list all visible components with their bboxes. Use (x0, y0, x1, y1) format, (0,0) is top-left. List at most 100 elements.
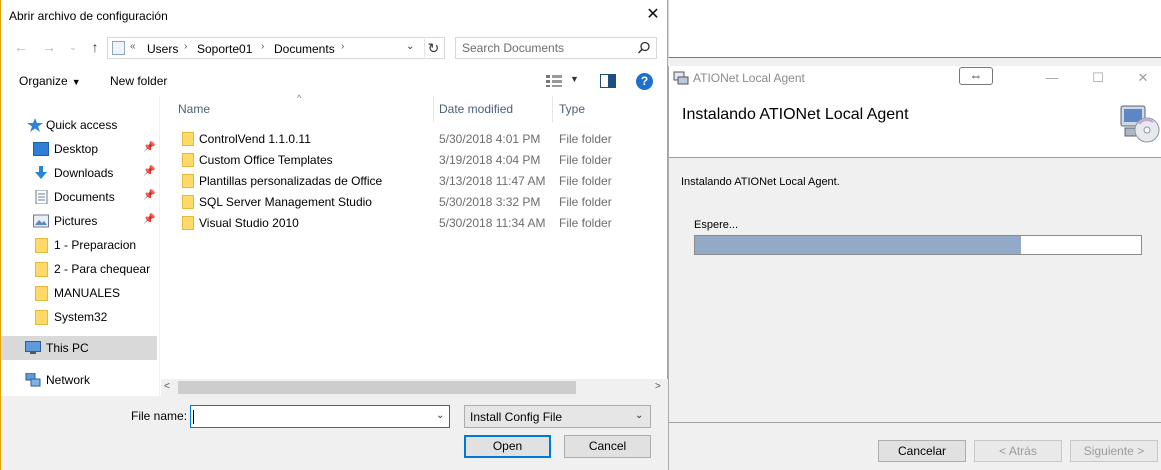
forward-arrow-icon[interactable]: → (41, 39, 57, 55)
folder-icon (35, 238, 48, 253)
installer-close-button[interactable]: ✕ (1131, 69, 1155, 87)
scroll-left-icon[interactable]: < (164, 381, 170, 392)
file-date: 5/30/2018 3:32 PM (439, 195, 541, 209)
text-cursor (193, 410, 194, 424)
installer-cancel-button[interactable]: Cancelar (878, 440, 966, 462)
pin-icon[interactable]: 📌 (143, 142, 155, 153)
file-type: File folder (559, 195, 612, 209)
nav-this-pc-label: This PC (46, 341, 89, 355)
cancel-button[interactable]: Cancel (564, 435, 651, 458)
file-name-input[interactable] (195, 409, 425, 423)
breadcrumb-overflow[interactable]: « (130, 41, 136, 52)
view-dropdown-icon[interactable]: ▼ (570, 74, 579, 84)
nav-pictures[interactable]: Pictures 📌 (1, 209, 157, 233)
nav-pictures-label: Pictures (54, 214, 98, 228)
help-icon[interactable]: ? (636, 73, 653, 90)
folder-icon (182, 174, 194, 188)
address-dropdown-icon[interactable]: ⌄ (406, 41, 420, 52)
file-type-select[interactable]: Install Config File ⌄ (464, 405, 651, 428)
file-date: 5/30/2018 4:01 PM (439, 132, 541, 146)
wait-label: Espere... (694, 219, 739, 231)
chevron-down-icon[interactable]: ⌄ (436, 410, 444, 421)
file-row[interactable]: ControlVend 1.1.0.11 5/30/2018 4:01 PM F… (161, 128, 668, 149)
breadcrumb-documents[interactable]: Documents (274, 42, 335, 56)
file-row[interactable]: Plantillas personalizadas de Office 3/13… (161, 170, 668, 191)
nav-desktop[interactable]: Desktop 📌 (1, 137, 157, 161)
pin-icon[interactable]: 📌 (143, 214, 155, 225)
install-progress-bar (694, 235, 1142, 255)
nav-this-pc[interactable]: This PC (1, 336, 157, 360)
new-folder-button[interactable]: New folder (110, 74, 167, 88)
nav-quick-access[interactable]: Quick access (1, 113, 157, 137)
organize-menu[interactable]: Organize ▼ (19, 74, 81, 88)
minimize-button[interactable]: — (1040, 69, 1064, 87)
caret-down-icon: ▼ (71, 77, 81, 87)
maximize-button[interactable]: ☐ (1086, 69, 1110, 87)
search-box[interactable] (455, 37, 657, 59)
nav-downloads[interactable]: Downloads 📌 (1, 161, 157, 185)
dialog-close-button[interactable]: ✕ (639, 3, 667, 27)
nav-folder-preparacion[interactable]: 1 - Preparacion (1, 233, 157, 257)
scroll-right-icon[interactable]: > (655, 381, 661, 392)
nav-desktop-label: Desktop (54, 142, 99, 156)
breadcrumb-separator-icon[interactable]: › (184, 41, 187, 52)
back-arrow-icon[interactable]: ← (13, 39, 29, 55)
resize-arrows-icon[interactable]: ⇔ (959, 67, 993, 85)
scrollbar-thumb[interactable] (178, 381, 576, 394)
column-header-type[interactable]: Type (553, 96, 663, 122)
refresh-icon[interactable]: ↻ (424, 39, 442, 57)
search-icon[interactable] (636, 40, 652, 56)
open-file-dialog: Abrir archivo de configuración ✕ ← → ⌄ ↑… (0, 0, 668, 470)
nav-network-label: Network (46, 373, 91, 387)
view-options-icon[interactable] (546, 75, 562, 87)
installer-next-button[interactable]: Siguiente > (1070, 440, 1158, 462)
nav-documents[interactable]: Documents 📌 (1, 185, 157, 209)
nav-folder-system32[interactable]: System32 (1, 305, 157, 329)
computer-icon (25, 341, 41, 354)
star-icon (27, 118, 43, 132)
preview-pane-icon[interactable] (600, 74, 616, 88)
file-date: 3/13/2018 11:47 AM (439, 174, 546, 188)
nav-network[interactable]: Network (1, 368, 157, 392)
dialog-footer: File name: ⌄ Install Config File ⌄ Open … (1, 396, 668, 470)
file-row[interactable]: Visual Studio 2010 5/30/2018 11:34 AM Fi… (161, 212, 668, 233)
file-name: Custom Office Templates (199, 153, 333, 167)
column-header-name[interactable]: Name (172, 96, 434, 122)
open-button[interactable]: Open (464, 435, 551, 458)
folder-icon (182, 132, 194, 146)
file-row[interactable]: SQL Server Management Studio 5/30/2018 3… (161, 191, 668, 212)
recent-locations-chevron-icon[interactable]: ⌄ (65, 39, 81, 55)
dialog-title: Abrir archivo de configuración (9, 9, 168, 23)
navigation-bar: ← → ⌄ ↑ « Users › Soporte01 › Documents … (1, 34, 668, 62)
breadcrumb-separator-icon[interactable]: › (341, 41, 344, 52)
column-header-date-modified[interactable]: Date modified (433, 96, 553, 122)
folder-icon (35, 262, 48, 277)
navigation-pane: Quick access Desktop 📌 Downloads 📌 Docum… (1, 110, 159, 390)
background-window (668, 0, 1161, 58)
up-arrow-icon[interactable]: ↑ (87, 39, 103, 55)
chevron-down-icon[interactable]: ⌄ (635, 410, 643, 421)
install-progress-fill (695, 236, 1021, 254)
nav-folder-para-chequear[interactable]: 2 - Para chequear (1, 257, 157, 281)
pin-icon[interactable]: 📌 (143, 190, 155, 201)
address-bar[interactable]: « Users › Soporte01 › Documents › ⌄ ↻ (107, 37, 445, 59)
breadcrumb-users[interactable]: Users (147, 42, 178, 56)
breadcrumb-soporte01[interactable]: Soporte01 (197, 42, 252, 56)
search-input[interactable] (462, 41, 632, 55)
computer-cd-icon (1120, 105, 1160, 143)
pin-icon[interactable]: 📌 (143, 166, 155, 177)
nav-folder-manuales[interactable]: MANUALES (1, 281, 157, 305)
file-name: SQL Server Management Studio (199, 195, 372, 209)
horizontal-scrollbar[interactable]: < > (161, 379, 668, 396)
file-row[interactable]: Custom Office Templates 3/19/2018 4:04 P… (161, 149, 668, 170)
folder-icon (182, 216, 194, 230)
file-name-combobox[interactable]: ⌄ (190, 405, 450, 428)
documents-icon (35, 190, 48, 204)
installer-footer-divider (669, 422, 1161, 423)
breadcrumb-separator-icon[interactable]: › (261, 41, 264, 52)
folder-icon (182, 153, 194, 167)
file-date: 5/30/2018 11:34 AM (439, 216, 546, 230)
installer-window-title: ATIONet Local Agent (693, 71, 805, 85)
installer-back-button[interactable]: < Atrás (974, 440, 1062, 462)
pane-divider[interactable] (159, 96, 160, 396)
